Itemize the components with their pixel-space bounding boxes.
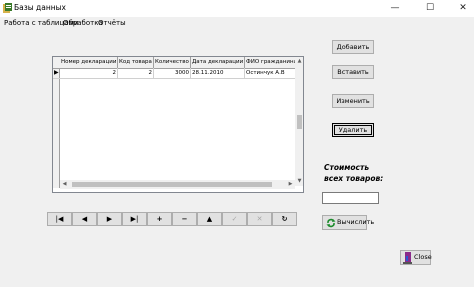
delete-button[interactable]: Удалить [332,123,374,137]
vertical-scrollbar[interactable]: ▲ ▼ [295,57,303,186]
edit-button[interactable]: Изменить [332,94,374,108]
scroll-right-icon[interactable]: ▶ [286,180,295,189]
scroll-up-icon[interactable]: ▲ [295,57,303,66]
total-cost-label: Стоимость всех товаров: [324,162,383,184]
nav-insert-button[interactable]: + [147,212,172,226]
column-header-declaration-number[interactable]: Номер декларации [60,57,118,68]
horizontal-scroll-thumb[interactable] [72,182,272,187]
vertical-scroll-thumb[interactable] [297,115,302,129]
insert-button[interactable]: Вставить [332,65,374,79]
nav-post-button[interactable]: ✓ [222,212,247,226]
minimize-button[interactable]: — [384,0,406,17]
cell-citizen-name[interactable]: Остинчук А.В [245,68,297,78]
column-header-citizen-name[interactable]: ФИО гражданина [245,57,297,68]
nav-edit-button[interactable]: ▲ [197,212,222,226]
close-button-label: Close [414,253,432,261]
nav-delete-button[interactable]: − [172,212,197,226]
scroll-left-icon[interactable]: ◀ [60,180,69,189]
horizontal-scrollbar[interactable]: ◀ ▶ [60,180,295,189]
nav-refresh-button[interactable]: ↻ [272,212,297,226]
current-row-icon: ▶ [54,69,59,76]
cell-quantity[interactable]: 3000 [154,68,191,78]
total-cost-label-line2: всех товаров: [324,174,384,183]
column-header-product-code[interactable]: Код товара [118,57,154,68]
column-header-quantity[interactable]: Количество [154,57,191,68]
nav-first-button[interactable]: |◀ [47,212,72,226]
cell-product-code[interactable]: 2 [118,68,154,78]
nav-cancel-button[interactable]: ✕ [247,212,272,226]
menu-processing[interactable]: Обработка [63,19,103,27]
app-icon [3,3,12,13]
door-exit-icon [403,252,412,264]
menu-reports[interactable]: Отчёты [98,19,126,27]
window-title: Базы данных [14,3,66,12]
calculate-button-label: Вычислить [337,218,375,226]
nav-next-button[interactable]: ▶ [97,212,122,226]
cell-declaration-number[interactable]: 2 [60,68,118,78]
cell-declaration-date[interactable]: 28.11.2010 [191,68,245,78]
maximize-button[interactable]: ☐ [419,0,441,17]
column-header-declaration-date[interactable]: Дата декларации [191,57,245,68]
nav-last-button[interactable]: ▶| [122,212,147,226]
data-grid[interactable]: Номер декларации Код товара Количество Д… [52,56,304,193]
close-window-button[interactable]: ✕ [452,0,474,17]
table-row[interactable]: ▶ 2 2 3000 28.11.2010 Остинчук А.В [53,68,299,79]
scroll-down-icon[interactable]: ▼ [295,177,303,186]
nav-prior-button[interactable]: ◀ [72,212,97,226]
calculate-button[interactable]: Вычислить [322,215,374,230]
total-cost-label-line1: Стоимость [324,163,370,172]
total-cost-field[interactable] [322,192,379,204]
refresh-green-icon [326,218,336,228]
add-button[interactable]: Добавить [332,40,374,54]
close-button[interactable]: Close [400,250,432,265]
